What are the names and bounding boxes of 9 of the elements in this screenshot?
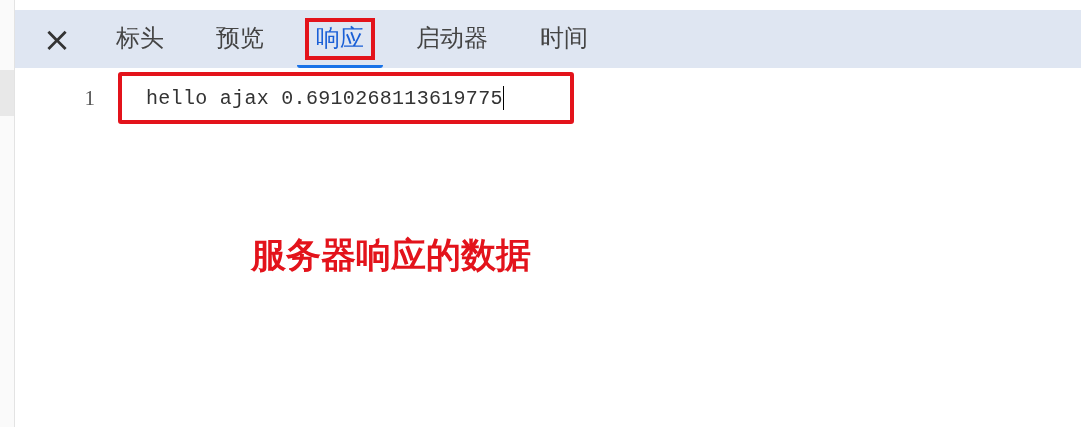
line-number: 1 [83, 85, 95, 111]
response-text: hello ajax 0.6910268113619775 [146, 86, 503, 110]
tab[interactable]: 预览 [197, 10, 283, 68]
annotation-text: 服务器响应的数据 [251, 234, 531, 277]
tab[interactable]: 标头 [97, 10, 183, 68]
close-button[interactable]: × [37, 10, 77, 68]
tab[interactable]: 响应 [297, 10, 383, 68]
tab[interactable]: 时间 [521, 10, 607, 68]
tab[interactable]: 启动器 [397, 10, 507, 68]
